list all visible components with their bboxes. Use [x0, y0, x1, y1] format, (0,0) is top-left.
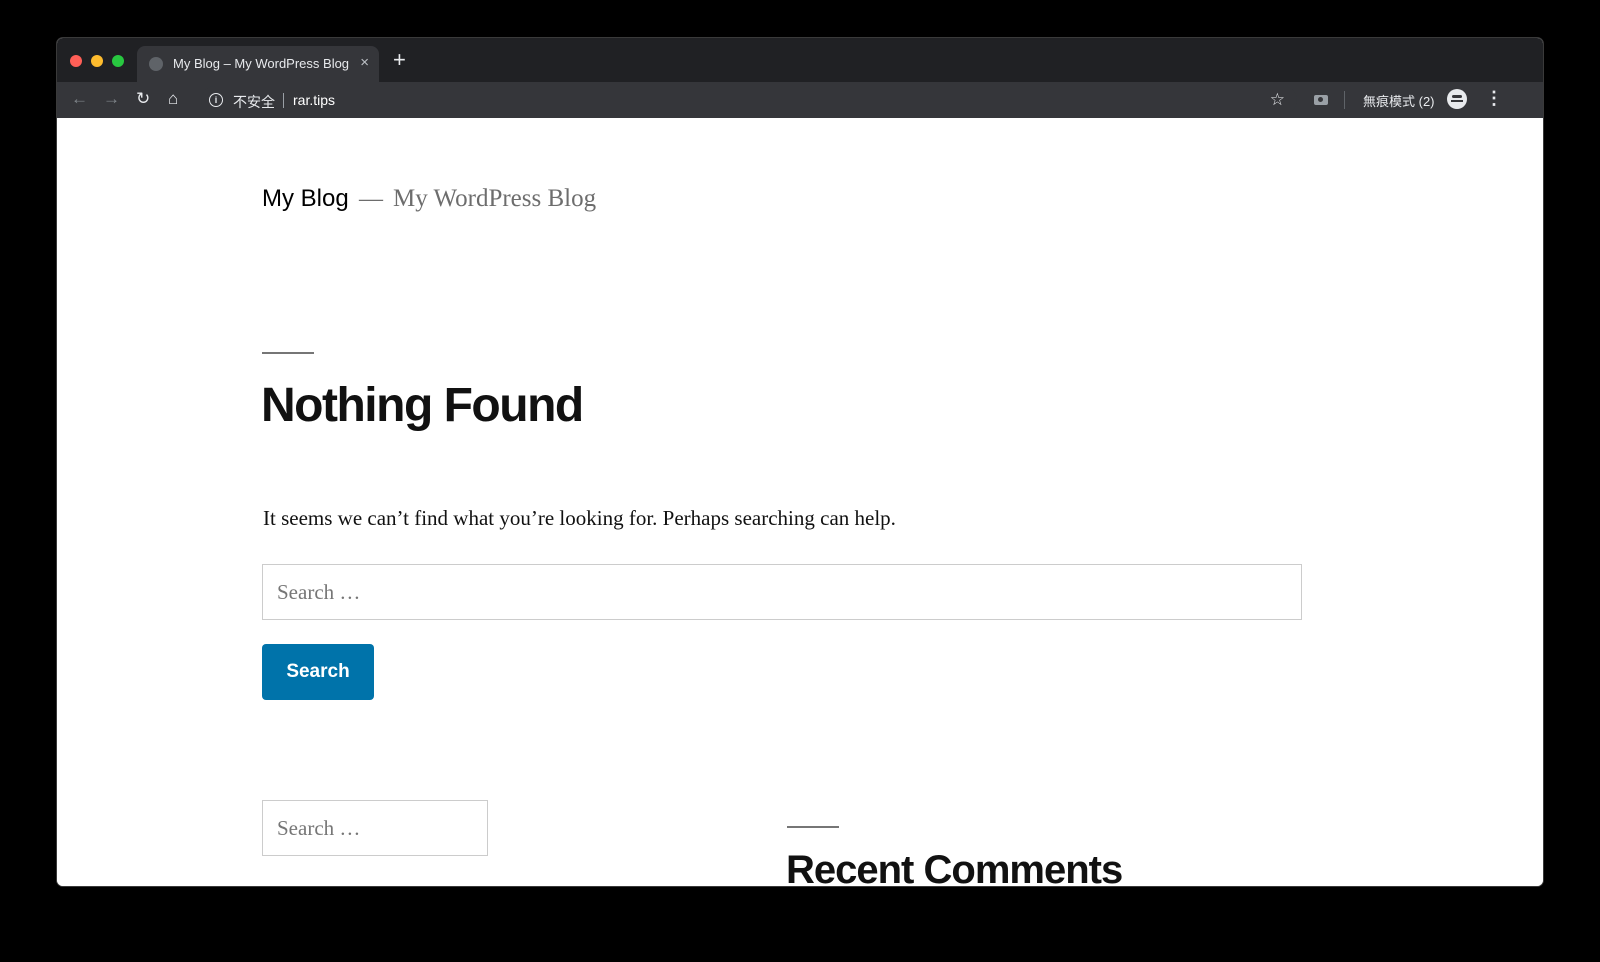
incognito-icon[interactable]	[1447, 89, 1467, 109]
menu-icon[interactable]: ⋮	[1485, 88, 1503, 109]
back-icon[interactable]: ←	[71, 89, 88, 109]
reload-icon[interactable]: ↻	[136, 89, 150, 109]
page-title: Nothing Found	[261, 379, 584, 432]
star-icon[interactable]: ☆	[1270, 90, 1285, 110]
toolbar-divider	[1344, 91, 1345, 109]
security-label[interactable]: 不安全	[233, 92, 275, 112]
url-text[interactable]: rar.tips	[293, 92, 335, 108]
info-icon[interactable]: i	[209, 93, 223, 107]
address-bar[interactable]: i 不安全 rar.tips ☆	[201, 86, 1297, 114]
close-window-button[interactable]	[70, 55, 82, 67]
browser-window: My Blog – My WordPress Blog × + ← → ↻ ⌂ …	[57, 38, 1543, 886]
tab-my-blog[interactable]: My Blog – My WordPress Blog ×	[137, 46, 379, 82]
close-tab-icon[interactable]: ×	[360, 54, 369, 72]
camera-icon[interactable]	[1314, 95, 1328, 105]
url-divider	[283, 93, 284, 108]
tab-strip: My Blog – My WordPress Blog × +	[57, 38, 1543, 82]
forward-icon[interactable]: →	[103, 89, 120, 109]
widget-divider	[787, 826, 839, 828]
recent-comments-heading: Recent Comments	[786, 848, 1123, 886]
tab-title: My Blog – My WordPress Blog	[173, 56, 350, 71]
home-icon[interactable]: ⌂	[168, 89, 178, 109]
minimize-window-button[interactable]	[91, 55, 103, 67]
search-button[interactable]: Search	[262, 644, 374, 700]
new-tab-button[interactable]: +	[393, 49, 406, 71]
site-title[interactable]: My Blog	[262, 185, 349, 213]
title-separator: —	[359, 186, 383, 212]
widget-search-input[interactable]	[262, 800, 488, 856]
not-found-message: It seems we can’t find what you’re looki…	[263, 506, 896, 530]
page-content: My Blog — My WordPress Blog Nothing Foun…	[57, 118, 1543, 886]
title-divider	[262, 352, 314, 354]
zoom-window-button[interactable]	[112, 55, 124, 67]
site-description: My WordPress Blog	[393, 185, 597, 212]
globe-icon	[149, 57, 163, 71]
search-input[interactable]	[262, 564, 1302, 620]
incognito-label[interactable]: 無痕模式 (2)	[1363, 91, 1435, 110]
browser-toolbar: ← → ↻ ⌂ i 不安全 rar.tips ☆ 無痕模式 (2) ⋮	[57, 82, 1543, 118]
